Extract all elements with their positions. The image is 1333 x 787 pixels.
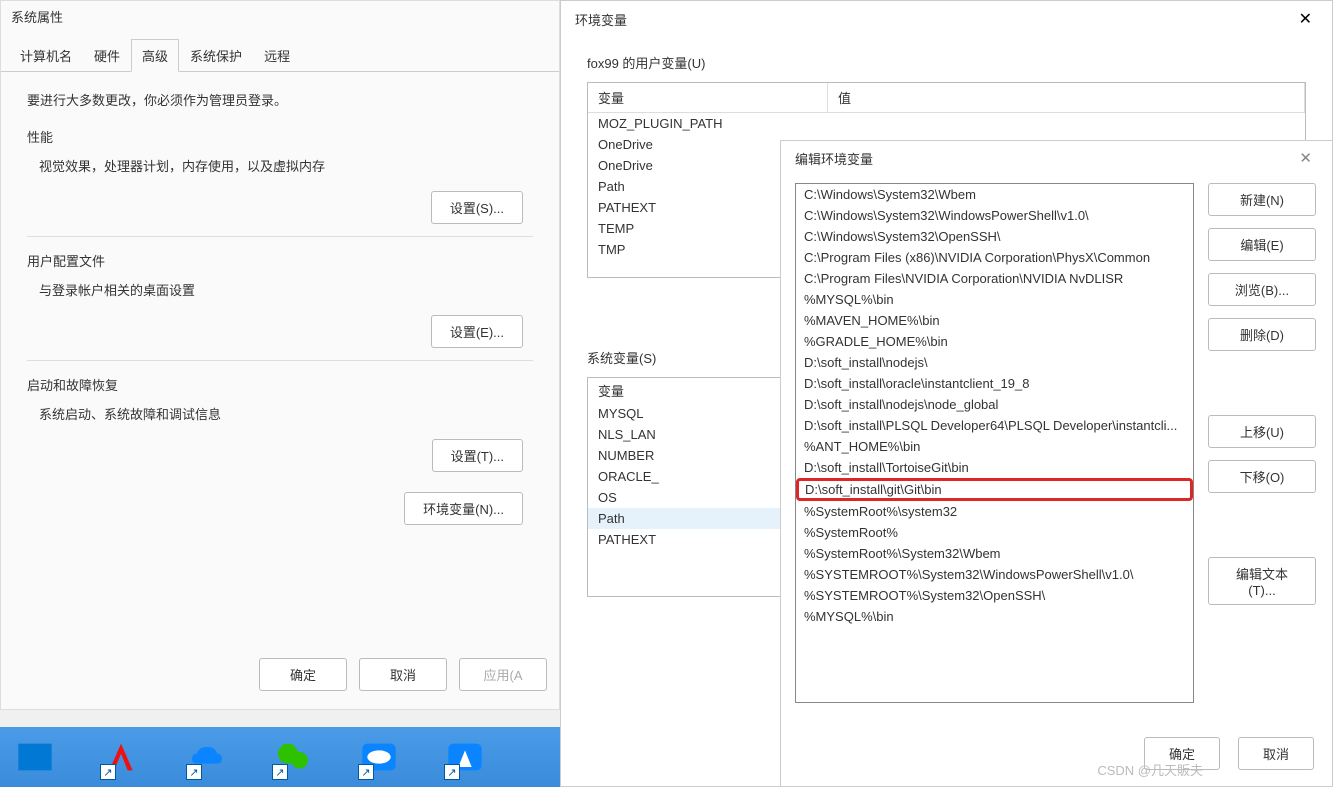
taskbar-start-icon[interactable] bbox=[6, 730, 64, 784]
tab-computer-name[interactable]: 计算机名 bbox=[9, 39, 83, 72]
path-item[interactable]: C:\Windows\System32\Wbem bbox=[796, 184, 1193, 205]
user-profile-section: 用户配置文件 与登录帐户相关的桌面设置 设置(E)... bbox=[27, 251, 533, 348]
move-up-button[interactable]: 上移(U) bbox=[1208, 415, 1316, 448]
sysprops-dialog-buttons: 确定 取消 应用(A bbox=[259, 658, 547, 691]
path-list[interactable]: C:\Windows\System32\WbemC:\Windows\Syste… bbox=[795, 183, 1194, 703]
path-item[interactable]: D:\soft_install\nodejs\node_global bbox=[796, 394, 1193, 415]
close-icon[interactable]: ✕ bbox=[1291, 7, 1320, 31]
startup-desc: 系统启动、系统故障和调试信息 bbox=[39, 404, 533, 423]
taskbar: ↗ ↗ ↗ ↗ ↗ bbox=[0, 727, 560, 787]
perf-title: 性能 bbox=[27, 127, 533, 146]
user-vars-label: fox99 的用户变量(U) bbox=[587, 53, 1306, 72]
ok-button[interactable]: 确定 bbox=[1144, 737, 1220, 770]
path-item[interactable]: C:\Windows\System32\WindowsPowerShell\v1… bbox=[796, 205, 1193, 226]
path-item[interactable]: %ANT_HOME%\bin bbox=[796, 436, 1193, 457]
ok-button[interactable]: 确定 bbox=[259, 658, 347, 691]
taskbar-wechat-icon[interactable]: ↗ bbox=[264, 730, 322, 784]
shortcut-arrow-icon: ↗ bbox=[100, 764, 116, 780]
sysprops-title: 系统属性 bbox=[1, 1, 559, 32]
shortcut-arrow-icon: ↗ bbox=[358, 764, 374, 780]
var-name: MOZ_PLUGIN_PATH bbox=[588, 113, 828, 134]
apply-button[interactable]: 应用(A bbox=[459, 658, 547, 691]
table-row[interactable]: MOZ_PLUGIN_PATH bbox=[588, 113, 1305, 134]
path-item[interactable]: %MYSQL%\bin bbox=[796, 289, 1193, 310]
edit-dialog-title: 编辑环境变量 bbox=[795, 149, 873, 168]
profile-desc: 与登录帐户相关的桌面设置 bbox=[39, 280, 533, 299]
delete-button[interactable]: 删除(D) bbox=[1208, 318, 1316, 351]
divider bbox=[27, 236, 533, 237]
cancel-button[interactable]: 取消 bbox=[1238, 737, 1314, 770]
path-item[interactable]: D:\soft_install\oracle\instantclient_19_… bbox=[796, 373, 1193, 394]
cancel-button[interactable]: 取消 bbox=[359, 658, 447, 691]
col-value: 值 bbox=[828, 83, 1305, 112]
system-properties-dialog: 系统属性 计算机名 硬件 高级 系统保护 远程 要进行大多数更改，你必须作为管理… bbox=[0, 0, 560, 710]
move-down-button[interactable]: 下移(O) bbox=[1208, 460, 1316, 493]
shortcut-arrow-icon: ↗ bbox=[272, 764, 288, 780]
path-item[interactable]: %MAVEN_HOME%\bin bbox=[796, 310, 1193, 331]
edit-buttons-column: 新建(N) 编辑(E) 浏览(B)... 删除(D) 上移(U) 下移(O) 编… bbox=[1208, 183, 1316, 703]
sysprops-body: 要进行大多数更改，你必须作为管理员登录。 性能 视觉效果，处理器计划，内存使用，… bbox=[1, 72, 559, 553]
startup-title: 启动和故障恢复 bbox=[27, 375, 533, 394]
edit-env-variable-dialog: 编辑环境变量 ✕ C:\Windows\System32\WbemC:\Wind… bbox=[780, 140, 1333, 787]
var-value bbox=[828, 113, 1305, 134]
edit-text-button[interactable]: 编辑文本(T)... bbox=[1208, 557, 1316, 605]
sysprops-tabs: 计算机名 硬件 高级 系统保护 远程 bbox=[1, 38, 559, 72]
env-dialog-title: 环境变量 bbox=[575, 10, 627, 29]
env-variables-button[interactable]: 环境变量(N)... bbox=[404, 492, 523, 525]
admin-note: 要进行大多数更改，你必须作为管理员登录。 bbox=[27, 90, 533, 109]
taskbar-onedrive-icon[interactable]: ↗ bbox=[178, 730, 236, 784]
perf-desc: 视觉效果，处理器计划，内存使用，以及虚拟内存 bbox=[39, 156, 533, 175]
shortcut-arrow-icon: ↗ bbox=[444, 764, 460, 780]
path-item[interactable]: %SystemRoot%\system32 bbox=[796, 501, 1193, 522]
path-item[interactable]: C:\Program Files (x86)\NVIDIA Corporatio… bbox=[796, 247, 1193, 268]
path-item[interactable]: %MYSQL%\bin bbox=[796, 606, 1193, 627]
new-button[interactable]: 新建(N) bbox=[1208, 183, 1316, 216]
divider bbox=[27, 360, 533, 361]
path-item[interactable]: D:\soft_install\PLSQL Developer64\PLSQL … bbox=[796, 415, 1193, 436]
path-item[interactable]: D:\soft_install\nodejs\ bbox=[796, 352, 1193, 373]
taskbar-app-icon[interactable]: ↗ bbox=[92, 730, 150, 784]
perf-settings-button[interactable]: 设置(S)... bbox=[431, 191, 523, 224]
tab-remote[interactable]: 远程 bbox=[253, 39, 301, 72]
shortcut-arrow-icon: ↗ bbox=[186, 764, 202, 780]
path-item[interactable]: %SYSTEMROOT%\System32\WindowsPowerShell\… bbox=[796, 564, 1193, 585]
path-item[interactable]: D:\soft_install\TortoiseGit\bin bbox=[796, 457, 1193, 478]
col-variable: 变量 bbox=[588, 83, 828, 112]
startup-recovery-section: 启动和故障恢复 系统启动、系统故障和调试信息 设置(T)... bbox=[27, 375, 533, 472]
path-item[interactable]: %GRADLE_HOME%\bin bbox=[796, 331, 1193, 352]
tab-system-protection[interactable]: 系统保护 bbox=[179, 39, 253, 72]
taskbar-cloud-app-icon[interactable]: ↗ bbox=[350, 730, 408, 784]
browse-button[interactable]: 浏览(B)... bbox=[1208, 273, 1316, 306]
path-item[interactable]: C:\Windows\System32\OpenSSH\ bbox=[796, 226, 1193, 247]
profile-settings-button[interactable]: 设置(E)... bbox=[431, 315, 523, 348]
tab-hardware[interactable]: 硬件 bbox=[83, 39, 131, 72]
tab-advanced[interactable]: 高级 bbox=[131, 39, 179, 72]
profile-title: 用户配置文件 bbox=[27, 251, 533, 270]
path-item[interactable]: %SystemRoot% bbox=[796, 522, 1193, 543]
path-item[interactable]: C:\Program Files\NVIDIA Corporation\NVID… bbox=[796, 268, 1193, 289]
path-item[interactable]: %SYSTEMROOT%\System32\OpenSSH\ bbox=[796, 585, 1193, 606]
edit-dialog-buttons: 确定 取消 bbox=[1144, 737, 1314, 770]
performance-section: 性能 视觉效果，处理器计划，内存使用，以及虚拟内存 设置(S)... bbox=[27, 127, 533, 224]
path-item[interactable]: %SystemRoot%\System32\Wbem bbox=[796, 543, 1193, 564]
taskbar-meeting-icon[interactable]: ↗ bbox=[436, 730, 494, 784]
close-icon[interactable]: ✕ bbox=[1291, 147, 1320, 169]
edit-button[interactable]: 编辑(E) bbox=[1208, 228, 1316, 261]
path-item[interactable]: D:\soft_install\git\Git\bin bbox=[796, 478, 1193, 501]
startup-settings-button[interactable]: 设置(T)... bbox=[432, 439, 523, 472]
